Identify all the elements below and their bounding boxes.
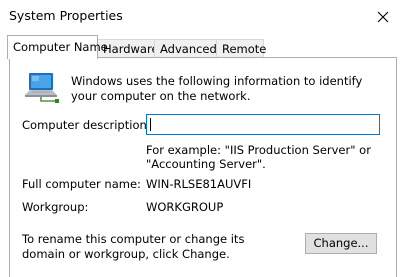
title-bar: System Properties (0, 0, 406, 33)
tab-strip: Computer Name Hardware Advanced Remote (0, 34, 406, 59)
computer-description-label: Computer description: (22, 118, 151, 132)
tab-remote[interactable]: Remote (216, 39, 266, 57)
intro-text: Windows uses the following information t… (71, 74, 363, 103)
change-button[interactable]: Change... (305, 233, 377, 254)
window-title: System Properties (9, 8, 123, 23)
tab-advanced[interactable]: Advanced (154, 39, 217, 57)
computer-network-icon (25, 73, 59, 103)
full-computer-name-label: Full computer name: (22, 177, 141, 191)
text-caret (150, 118, 151, 131)
tab-computer-name[interactable]: Computer Name (7, 35, 108, 59)
computer-description-input[interactable] (146, 114, 380, 135)
workgroup-value: WORKGROUP (146, 200, 224, 214)
full-computer-name-value: WIN-RLSE81AUVFI (146, 177, 252, 191)
rename-instructions: To rename this computer or change its do… (22, 232, 245, 261)
workgroup-label: Workgroup: (22, 200, 89, 214)
close-icon (377, 11, 389, 22)
close-button[interactable] (360, 0, 406, 33)
description-example: For example: "IIS Production Server" or … (146, 143, 371, 171)
